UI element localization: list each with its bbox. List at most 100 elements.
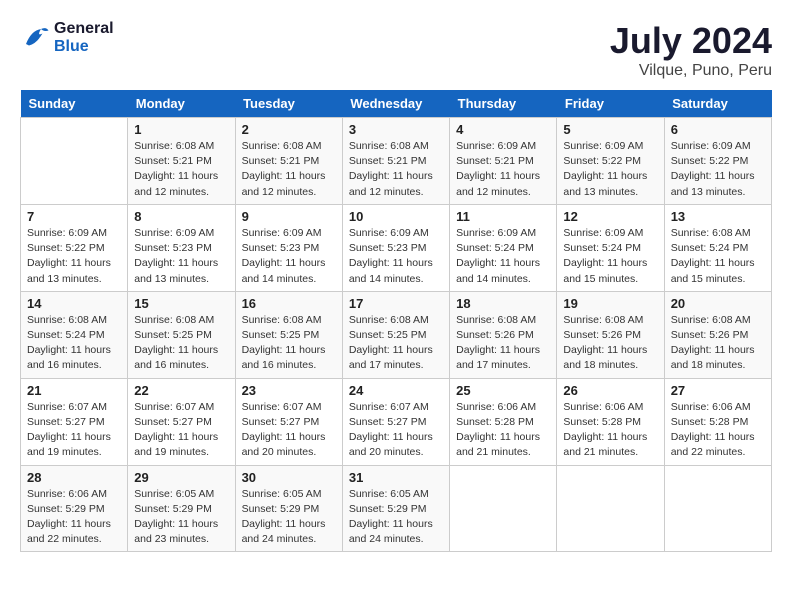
calendar-cell: 15 Sunrise: 6:08 AM Sunset: 5:25 PM Dayli… (128, 291, 235, 378)
calendar-cell (557, 465, 664, 552)
day-number: 30 (242, 470, 336, 485)
calendar-week-row: 7 Sunrise: 6:09 AM Sunset: 5:22 PM Daylig… (21, 204, 772, 291)
day-info: Sunrise: 6:08 AM Sunset: 5:26 PM Dayligh… (671, 313, 765, 374)
day-number: 17 (349, 296, 443, 311)
day-info: Sunrise: 6:06 AM Sunset: 5:29 PM Dayligh… (27, 487, 121, 548)
day-info: Sunrise: 6:09 AM Sunset: 5:22 PM Dayligh… (671, 139, 765, 200)
day-number: 11 (456, 209, 550, 224)
calendar-cell: 2Sunrise: 6:08 AM Sunset: 5:21 PM Daylig… (235, 118, 342, 205)
day-number: 5 (563, 122, 657, 137)
calendar-cell: 25 Sunrise: 6:06 AM Sunset: 5:28 PM Dayli… (450, 378, 557, 465)
calendar-cell: 10 Sunrise: 6:09 AM Sunset: 5:23 PM Dayli… (342, 204, 449, 291)
day-number: 25 (456, 383, 550, 398)
day-info: Sunrise: 6:08 AM Sunset: 5:25 PM Dayligh… (134, 313, 228, 374)
calendar-cell (450, 465, 557, 552)
calendar-cell: 23 Sunrise: 6:07 AM Sunset: 5:27 PM Dayli… (235, 378, 342, 465)
calendar-cell: 9 Sunrise: 6:09 AM Sunset: 5:23 PM Daylig… (235, 204, 342, 291)
day-info: Sunrise: 6:09 AM Sunset: 5:21 PM Dayligh… (456, 139, 550, 200)
location-subtitle: Vilque, Puno, Peru (610, 62, 772, 80)
calendar-cell: 19 Sunrise: 6:08 AM Sunset: 5:26 PM Dayli… (557, 291, 664, 378)
day-number: 24 (349, 383, 443, 398)
day-info: Sunrise: 6:08 AM Sunset: 5:24 PM Dayligh… (27, 313, 121, 374)
day-number: 19 (563, 296, 657, 311)
calendar-cell: 5 Sunrise: 6:09 AM Sunset: 5:22 PM Daylig… (557, 118, 664, 205)
day-info: Sunrise: 6:08 AM Sunset: 5:26 PM Dayligh… (456, 313, 550, 374)
day-number: 10 (349, 209, 443, 224)
day-info: Sunrise: 6:08 AM Sunset: 5:25 PM Dayligh… (349, 313, 443, 374)
calendar-header: SundayMondayTuesdayWednesdayThursdayFrid… (21, 90, 772, 118)
day-info: Sunrise: 6:06 AM Sunset: 5:28 PM Dayligh… (671, 400, 765, 461)
day-info: Sunrise: 6:08 AM Sunset: 5:24 PM Dayligh… (671, 226, 765, 287)
calendar-week-row: 1 Sunrise: 6:08 AM Sunset: 5:21 PM Daylig… (21, 118, 772, 205)
day-number: 15 (134, 296, 228, 311)
day-number: 2 (242, 122, 336, 137)
day-info: Sunrise: 6:07 AM Sunset: 5:27 PM Dayligh… (242, 400, 336, 461)
day-number: 21 (27, 383, 121, 398)
weekday-header-sunday: Sunday (21, 90, 128, 118)
day-number: 7 (27, 209, 121, 224)
day-number: 26 (563, 383, 657, 398)
calendar-cell: 30 Sunrise: 6:05 AM Sunset: 5:29 PM Dayli… (235, 465, 342, 552)
calendar-cell: 4 Sunrise: 6:09 AM Sunset: 5:21 PM Daylig… (450, 118, 557, 205)
day-number: 27 (671, 383, 765, 398)
calendar-cell: 29Sunrise: 6:05 AM Sunset: 5:29 PM Dayli… (128, 465, 235, 552)
day-info: Sunrise: 6:06 AM Sunset: 5:28 PM Dayligh… (456, 400, 550, 461)
day-info: Sunrise: 6:08 AM Sunset: 5:26 PM Dayligh… (563, 313, 657, 374)
day-number: 1 (134, 122, 228, 137)
day-info: Sunrise: 6:05 AM Sunset: 5:29 PM Dayligh… (242, 487, 336, 548)
calendar-cell: 6 Sunrise: 6:09 AM Sunset: 5:22 PM Daylig… (664, 118, 771, 205)
day-number: 16 (242, 296, 336, 311)
weekday-header-saturday: Saturday (664, 90, 771, 118)
day-info: Sunrise: 6:08 AM Sunset: 5:25 PM Dayligh… (242, 313, 336, 374)
calendar-body: 1 Sunrise: 6:08 AM Sunset: 5:21 PM Daylig… (21, 118, 772, 552)
weekday-header-wednesday: Wednesday (342, 90, 449, 118)
calendar-cell (664, 465, 771, 552)
logo-icon (20, 23, 50, 53)
calendar-cell: 20Sunrise: 6:08 AM Sunset: 5:26 PM Dayli… (664, 291, 771, 378)
day-info: Sunrise: 6:09 AM Sunset: 5:22 PM Dayligh… (27, 226, 121, 287)
weekday-header-thursday: Thursday (450, 90, 557, 118)
day-info: Sunrise: 6:09 AM Sunset: 5:23 PM Dayligh… (242, 226, 336, 287)
weekday-header-monday: Monday (128, 90, 235, 118)
title-block: July 2024 Vilque, Puno, Peru (610, 20, 772, 80)
calendar-cell: 26 Sunrise: 6:06 AM Sunset: 5:28 PM Dayli… (557, 378, 664, 465)
day-info: Sunrise: 6:09 AM Sunset: 5:23 PM Dayligh… (134, 226, 228, 287)
calendar-cell: 22Sunrise: 6:07 AM Sunset: 5:27 PM Dayli… (128, 378, 235, 465)
calendar-cell (21, 118, 128, 205)
day-info: Sunrise: 6:05 AM Sunset: 5:29 PM Dayligh… (349, 487, 443, 548)
day-number: 9 (242, 209, 336, 224)
weekday-header-friday: Friday (557, 90, 664, 118)
calendar-cell: 11Sunrise: 6:09 AM Sunset: 5:24 PM Dayli… (450, 204, 557, 291)
day-number: 18 (456, 296, 550, 311)
day-info: Sunrise: 6:09 AM Sunset: 5:22 PM Dayligh… (563, 139, 657, 200)
day-info: Sunrise: 6:06 AM Sunset: 5:28 PM Dayligh… (563, 400, 657, 461)
month-title: July 2024 (610, 20, 772, 62)
day-info: Sunrise: 6:08 AM Sunset: 5:21 PM Dayligh… (134, 139, 228, 200)
weekday-header-tuesday: Tuesday (235, 90, 342, 118)
calendar-cell: 28 Sunrise: 6:06 AM Sunset: 5:29 PM Dayli… (21, 465, 128, 552)
calendar-cell: 18 Sunrise: 6:08 AM Sunset: 5:26 PM Dayli… (450, 291, 557, 378)
day-number: 4 (456, 122, 550, 137)
calendar-cell: 16 Sunrise: 6:08 AM Sunset: 5:25 PM Dayli… (235, 291, 342, 378)
day-number: 14 (27, 296, 121, 311)
day-number: 3 (349, 122, 443, 137)
day-number: 31 (349, 470, 443, 485)
calendar-cell: 7 Sunrise: 6:09 AM Sunset: 5:22 PM Daylig… (21, 204, 128, 291)
calendar-cell: 21 Sunrise: 6:07 AM Sunset: 5:27 PM Dayli… (21, 378, 128, 465)
day-number: 6 (671, 122, 765, 137)
calendar-table: SundayMondayTuesdayWednesdayThursdayFrid… (20, 90, 772, 552)
day-number: 28 (27, 470, 121, 485)
day-info: Sunrise: 6:09 AM Sunset: 5:24 PM Dayligh… (563, 226, 657, 287)
calendar-cell: 3 Sunrise: 6:08 AM Sunset: 5:21 PM Daylig… (342, 118, 449, 205)
calendar-cell: 1 Sunrise: 6:08 AM Sunset: 5:21 PM Daylig… (128, 118, 235, 205)
day-info: Sunrise: 6:09 AM Sunset: 5:23 PM Dayligh… (349, 226, 443, 287)
calendar-week-row: 14 Sunrise: 6:08 AM Sunset: 5:24 PM Dayli… (21, 291, 772, 378)
day-info: Sunrise: 6:05 AM Sunset: 5:29 PM Dayligh… (134, 487, 228, 548)
day-info: Sunrise: 6:07 AM Sunset: 5:27 PM Dayligh… (134, 400, 228, 461)
day-number: 13 (671, 209, 765, 224)
day-number: 12 (563, 209, 657, 224)
day-number: 23 (242, 383, 336, 398)
calendar-cell: 27 Sunrise: 6:06 AM Sunset: 5:28 PM Dayli… (664, 378, 771, 465)
day-info: Sunrise: 6:07 AM Sunset: 5:27 PM Dayligh… (27, 400, 121, 461)
day-info: Sunrise: 6:08 AM Sunset: 5:21 PM Dayligh… (349, 139, 443, 200)
